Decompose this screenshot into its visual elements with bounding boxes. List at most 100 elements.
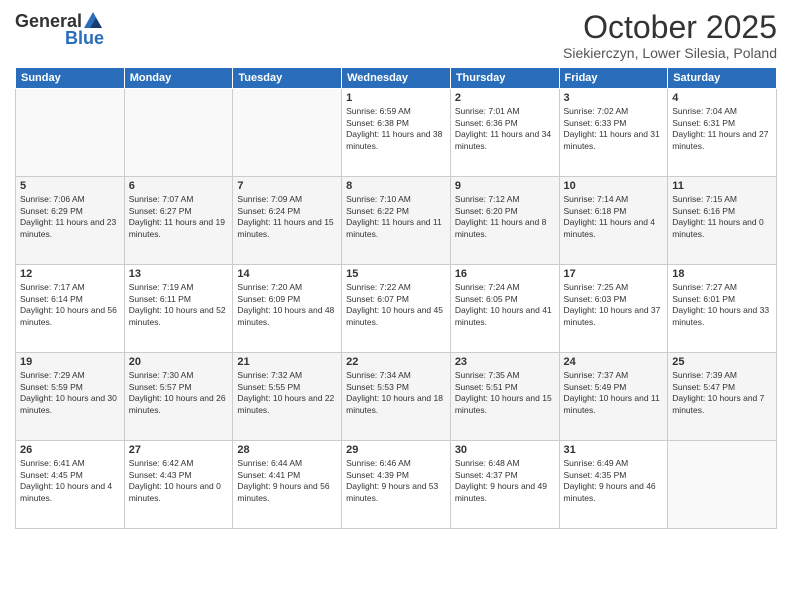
day-cell: 9 Sunrise: 7:12 AMSunset: 6:20 PMDayligh…: [450, 177, 559, 265]
day-cell: [124, 89, 233, 177]
day-number: 26: [20, 444, 120, 456]
calendar-header-row: Sunday Monday Tuesday Wednesday Thursday…: [16, 68, 777, 89]
day-info: Sunrise: 6:41 AMSunset: 4:45 PMDaylight:…: [20, 458, 120, 504]
day-number: 9: [455, 180, 555, 192]
day-info: Sunrise: 7:29 AMSunset: 5:59 PMDaylight:…: [20, 370, 120, 416]
day-number: 13: [129, 268, 229, 280]
day-number: 31: [564, 444, 664, 456]
day-info: Sunrise: 7:27 AMSunset: 6:01 PMDaylight:…: [672, 282, 772, 328]
day-info: Sunrise: 7:24 AMSunset: 6:05 PMDaylight:…: [455, 282, 555, 328]
day-cell: 22 Sunrise: 7:34 AMSunset: 5:53 PMDaylig…: [342, 353, 451, 441]
day-info: Sunrise: 7:30 AMSunset: 5:57 PMDaylight:…: [129, 370, 229, 416]
col-thursday: Thursday: [450, 68, 559, 89]
day-cell: 15 Sunrise: 7:22 AMSunset: 6:07 PMDaylig…: [342, 265, 451, 353]
day-cell: 29 Sunrise: 6:46 AMSunset: 4:39 PMDaylig…: [342, 441, 451, 529]
day-number: 20: [129, 356, 229, 368]
title-block: October 2025 Siekierczyn, Lower Silesia,…: [563, 10, 777, 61]
calendar-table: Sunday Monday Tuesday Wednesday Thursday…: [15, 67, 777, 529]
day-number: 11: [672, 180, 772, 192]
day-number: 17: [564, 268, 664, 280]
day-number: 5: [20, 180, 120, 192]
day-info: Sunrise: 7:32 AMSunset: 5:55 PMDaylight:…: [237, 370, 337, 416]
day-number: 24: [564, 356, 664, 368]
day-number: 16: [455, 268, 555, 280]
day-number: 3: [564, 92, 664, 104]
day-info: Sunrise: 7:14 AMSunset: 6:18 PMDaylight:…: [564, 194, 664, 240]
location-title: Siekierczyn, Lower Silesia, Poland: [563, 45, 777, 61]
day-info: Sunrise: 6:59 AMSunset: 6:38 PMDaylight:…: [346, 106, 446, 152]
day-cell: 2 Sunrise: 7:01 AMSunset: 6:36 PMDayligh…: [450, 89, 559, 177]
day-cell: 26 Sunrise: 6:41 AMSunset: 4:45 PMDaylig…: [16, 441, 125, 529]
col-saturday: Saturday: [668, 68, 777, 89]
day-info: Sunrise: 6:48 AMSunset: 4:37 PMDaylight:…: [455, 458, 555, 504]
day-number: 30: [455, 444, 555, 456]
col-friday: Friday: [559, 68, 668, 89]
day-info: Sunrise: 7:15 AMSunset: 6:16 PMDaylight:…: [672, 194, 772, 240]
day-cell: 31 Sunrise: 6:49 AMSunset: 4:35 PMDaylig…: [559, 441, 668, 529]
day-info: Sunrise: 7:20 AMSunset: 6:09 PMDaylight:…: [237, 282, 337, 328]
day-cell: 13 Sunrise: 7:19 AMSunset: 6:11 PMDaylig…: [124, 265, 233, 353]
day-number: 27: [129, 444, 229, 456]
day-info: Sunrise: 7:10 AMSunset: 6:22 PMDaylight:…: [346, 194, 446, 240]
day-cell: 5 Sunrise: 7:06 AMSunset: 6:29 PMDayligh…: [16, 177, 125, 265]
day-info: Sunrise: 7:34 AMSunset: 5:53 PMDaylight:…: [346, 370, 446, 416]
day-cell: 17 Sunrise: 7:25 AMSunset: 6:03 PMDaylig…: [559, 265, 668, 353]
week-row-4: 19 Sunrise: 7:29 AMSunset: 5:59 PMDaylig…: [16, 353, 777, 441]
day-number: 18: [672, 268, 772, 280]
week-row-1: 1 Sunrise: 6:59 AMSunset: 6:38 PMDayligh…: [16, 89, 777, 177]
day-number: 28: [237, 444, 337, 456]
day-info: Sunrise: 7:06 AMSunset: 6:29 PMDaylight:…: [20, 194, 120, 240]
day-number: 1: [346, 92, 446, 104]
day-number: 21: [237, 356, 337, 368]
month-title: October 2025: [563, 10, 777, 45]
day-cell: 8 Sunrise: 7:10 AMSunset: 6:22 PMDayligh…: [342, 177, 451, 265]
day-cell: 16 Sunrise: 7:24 AMSunset: 6:05 PMDaylig…: [450, 265, 559, 353]
day-cell: 24 Sunrise: 7:37 AMSunset: 5:49 PMDaylig…: [559, 353, 668, 441]
day-info: Sunrise: 7:25 AMSunset: 6:03 PMDaylight:…: [564, 282, 664, 328]
day-cell: 12 Sunrise: 7:17 AMSunset: 6:14 PMDaylig…: [16, 265, 125, 353]
day-number: 22: [346, 356, 446, 368]
day-info: Sunrise: 7:02 AMSunset: 6:33 PMDaylight:…: [564, 106, 664, 152]
day-cell: 14 Sunrise: 7:20 AMSunset: 6:09 PMDaylig…: [233, 265, 342, 353]
day-cell: 27 Sunrise: 6:42 AMSunset: 4:43 PMDaylig…: [124, 441, 233, 529]
day-cell: 21 Sunrise: 7:32 AMSunset: 5:55 PMDaylig…: [233, 353, 342, 441]
logo: General Blue: [15, 10, 104, 49]
page: General Blue October 2025 Siekierczyn, L…: [0, 0, 792, 612]
day-number: 8: [346, 180, 446, 192]
day-number: 10: [564, 180, 664, 192]
day-info: Sunrise: 7:07 AMSunset: 6:27 PMDaylight:…: [129, 194, 229, 240]
day-cell: 7 Sunrise: 7:09 AMSunset: 6:24 PMDayligh…: [233, 177, 342, 265]
day-cell: 1 Sunrise: 6:59 AMSunset: 6:38 PMDayligh…: [342, 89, 451, 177]
day-cell: 10 Sunrise: 7:14 AMSunset: 6:18 PMDaylig…: [559, 177, 668, 265]
day-number: 2: [455, 92, 555, 104]
day-number: 23: [455, 356, 555, 368]
day-number: 14: [237, 268, 337, 280]
week-row-2: 5 Sunrise: 7:06 AMSunset: 6:29 PMDayligh…: [16, 177, 777, 265]
day-cell: 23 Sunrise: 7:35 AMSunset: 5:51 PMDaylig…: [450, 353, 559, 441]
day-number: 25: [672, 356, 772, 368]
col-wednesday: Wednesday: [342, 68, 451, 89]
day-cell: 18 Sunrise: 7:27 AMSunset: 6:01 PMDaylig…: [668, 265, 777, 353]
day-cell: 25 Sunrise: 7:39 AMSunset: 5:47 PMDaylig…: [668, 353, 777, 441]
day-number: 29: [346, 444, 446, 456]
day-info: Sunrise: 7:04 AMSunset: 6:31 PMDaylight:…: [672, 106, 772, 152]
day-number: 12: [20, 268, 120, 280]
day-info: Sunrise: 7:22 AMSunset: 6:07 PMDaylight:…: [346, 282, 446, 328]
day-number: 19: [20, 356, 120, 368]
day-info: Sunrise: 7:01 AMSunset: 6:36 PMDaylight:…: [455, 106, 555, 152]
day-cell: 30 Sunrise: 6:48 AMSunset: 4:37 PMDaylig…: [450, 441, 559, 529]
day-cell: 6 Sunrise: 7:07 AMSunset: 6:27 PMDayligh…: [124, 177, 233, 265]
day-number: 4: [672, 92, 772, 104]
day-info: Sunrise: 7:37 AMSunset: 5:49 PMDaylight:…: [564, 370, 664, 416]
day-info: Sunrise: 7:09 AMSunset: 6:24 PMDaylight:…: [237, 194, 337, 240]
week-row-5: 26 Sunrise: 6:41 AMSunset: 4:45 PMDaylig…: [16, 441, 777, 529]
day-info: Sunrise: 7:35 AMSunset: 5:51 PMDaylight:…: [455, 370, 555, 416]
day-number: 7: [237, 180, 337, 192]
day-info: Sunrise: 7:17 AMSunset: 6:14 PMDaylight:…: [20, 282, 120, 328]
day-cell: 4 Sunrise: 7:04 AMSunset: 6:31 PMDayligh…: [668, 89, 777, 177]
week-row-3: 12 Sunrise: 7:17 AMSunset: 6:14 PMDaylig…: [16, 265, 777, 353]
logo-blue: Blue: [65, 28, 104, 49]
day-info: Sunrise: 7:12 AMSunset: 6:20 PMDaylight:…: [455, 194, 555, 240]
day-cell: 20 Sunrise: 7:30 AMSunset: 5:57 PMDaylig…: [124, 353, 233, 441]
day-cell: [16, 89, 125, 177]
